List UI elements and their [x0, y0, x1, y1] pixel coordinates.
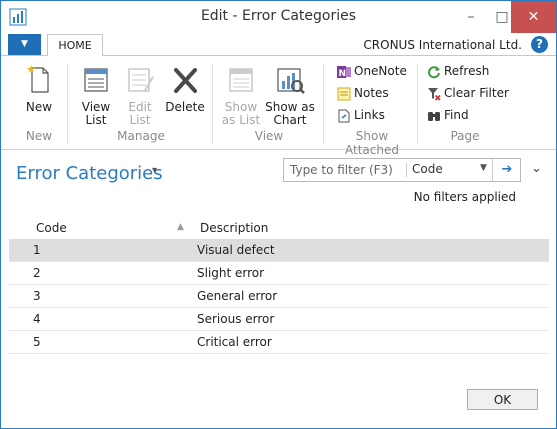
page-title[interactable]: Error Categories: [16, 163, 163, 184]
ok-button[interactable]: OK: [467, 389, 538, 410]
notes-button[interactable]: Notes: [337, 84, 389, 102]
show-as-chart-icon: [277, 68, 305, 94]
edit-list-button[interactable]: Edit List: [121, 64, 159, 127]
collapse-chevron-icon[interactable]: ⌄: [531, 161, 542, 176]
find-binoculars-icon: [428, 111, 440, 121]
notes-label: Notes: [354, 86, 389, 100]
delete-button[interactable]: Delete: [163, 64, 207, 114]
show-as-list-label: Show as List: [221, 100, 261, 127]
clear-filter-icon: [428, 87, 441, 101]
group-label-new: New: [25, 129, 53, 143]
filter-field-select[interactable]: Code: [412, 162, 443, 176]
refresh-icon: [428, 65, 440, 78]
clear-filter-label: Clear Filter: [444, 86, 509, 100]
show-as-chart-button[interactable]: Show as Chart: [265, 64, 315, 127]
data-grid: Code ▲ Description 1 Visual defect 2 Sli…: [9, 217, 549, 354]
edit-list-label: Edit List: [128, 100, 152, 127]
table-row[interactable]: 1 Visual defect: [9, 239, 549, 262]
group-label-view: View: [254, 129, 284, 143]
delete-label: Delete: [165, 100, 205, 114]
filter-bar: Code ▼ ➔: [283, 158, 521, 182]
arrow-right-icon[interactable]: ➔: [492, 159, 521, 181]
tab-home[interactable]: HOME: [47, 34, 103, 57]
find-label: Find: [444, 108, 469, 122]
find-button[interactable]: Find: [427, 106, 469, 124]
table-row[interactable]: 4 Serious error: [9, 308, 549, 331]
refresh-button[interactable]: Refresh: [427, 62, 489, 80]
onenote-button[interactable]: N OneNote: [337, 62, 407, 80]
onenote-icon: N: [337, 65, 351, 79]
delete-x-icon: [174, 68, 197, 93]
edit-list-icon: [128, 68, 154, 92]
close-button[interactable]: ✕: [511, 1, 556, 33]
show-as-list-button[interactable]: Show as List: [219, 64, 263, 127]
cell-description: Slight error: [197, 266, 265, 280]
title-bar: Edit - Error Categories – □ ✕: [1, 1, 556, 33]
cell-description: Critical error: [197, 335, 272, 349]
ribbon-separator: [212, 64, 213, 144]
sort-ascending-icon: ▲: [177, 222, 184, 232]
clear-filter-button[interactable]: Clear Filter: [427, 84, 509, 102]
svg-text:N: N: [339, 69, 347, 79]
notes-icon: [337, 87, 351, 100]
cell-code: 1: [33, 243, 41, 257]
group-label-show-attached: Show Attached: [345, 129, 399, 157]
dialog-window: Edit - Error Categories – □ ✕ ▼ HOME CRO…: [0, 0, 557, 429]
view-list-icon: [84, 68, 108, 92]
grid-header: Code ▲ Description: [9, 217, 549, 239]
onenote-label: OneNote: [354, 64, 407, 78]
links-label: Links: [354, 108, 385, 122]
column-header-description[interactable]: Description: [200, 221, 268, 235]
column-header-code[interactable]: Code: [36, 221, 67, 235]
view-list-label: View List: [81, 100, 111, 127]
cell-code: 5: [33, 335, 41, 349]
table-row[interactable]: 5 Critical error: [9, 331, 549, 354]
show-as-chart-label: Show as Chart: [265, 100, 315, 127]
group-label-page: Page: [450, 129, 480, 143]
cell-description: General error: [197, 289, 278, 303]
filter-divider: [406, 163, 407, 177]
new-document-icon: [27, 65, 49, 93]
cell-description: Serious error: [197, 312, 275, 326]
cell-description: Visual defect: [197, 243, 275, 257]
links-button[interactable]: Links: [337, 106, 385, 124]
view-list-button[interactable]: View List: [75, 64, 117, 127]
chevron-down-icon[interactable]: ▼: [480, 163, 487, 173]
cell-code: 4: [33, 312, 41, 326]
filter-input[interactable]: [284, 159, 416, 181]
filter-status: No filters applied: [413, 190, 516, 204]
ribbon-separator: [417, 64, 418, 144]
new-button[interactable]: New: [17, 64, 61, 114]
refresh-label: Refresh: [444, 64, 490, 78]
ribbon-separator: [67, 64, 68, 144]
cell-code: 3: [33, 289, 41, 303]
table-row[interactable]: 2 Slight error: [9, 262, 549, 285]
minimize-button[interactable]: –: [456, 1, 486, 33]
app-menu-button[interactable]: ▼: [8, 34, 41, 55]
group-label-manage: Manage: [117, 129, 165, 143]
ribbon: New New View List Edit List Delete Manag…: [1, 56, 556, 157]
ribbon-separator: [323, 64, 324, 144]
links-icon: [338, 109, 350, 122]
show-as-list-icon: [229, 68, 253, 92]
cell-code: 2: [33, 266, 41, 280]
company-name[interactable]: CRONUS International Ltd.: [363, 38, 522, 52]
help-icon[interactable]: ?: [531, 36, 548, 53]
chevron-down-icon[interactable]: ▾: [152, 165, 157, 176]
new-label: New: [25, 100, 53, 114]
table-row[interactable]: 3 General error: [9, 285, 549, 308]
